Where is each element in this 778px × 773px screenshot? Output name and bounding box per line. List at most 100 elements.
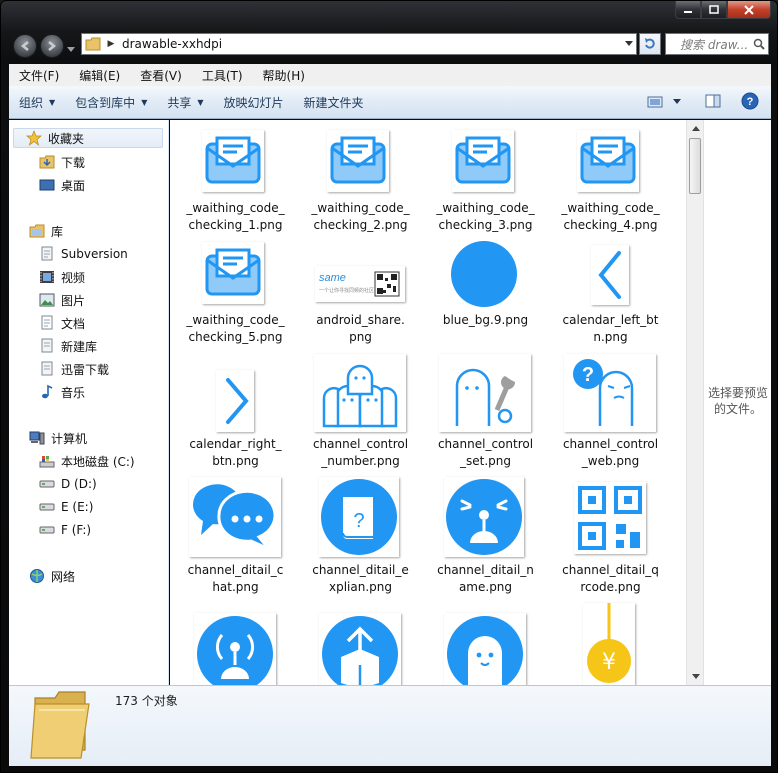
file-thumbnail[interactable] bbox=[577, 130, 639, 192]
file-name[interactable]: android_share. png bbox=[298, 312, 423, 346]
file-name[interactable]: channel_ditail_n ame.png bbox=[423, 562, 548, 596]
file-name[interactable]: channel_control _number.png bbox=[298, 436, 423, 470]
nav-drive-c[interactable]: 本地磁盘 (C:) bbox=[39, 451, 135, 471]
nav-new-library-label: 新建库 bbox=[61, 339, 98, 354]
file-name[interactable]: channel_ditail_e xplian.png bbox=[298, 562, 423, 596]
change-view-button[interactable] bbox=[647, 95, 681, 109]
file-thumbnail[interactable] bbox=[591, 245, 629, 305]
star-icon bbox=[26, 130, 42, 146]
search-box[interactable]: 搜索 draw... bbox=[665, 33, 769, 55]
chevron-down-icon bbox=[624, 41, 633, 46]
nav-new-library[interactable]: 新建库 bbox=[39, 336, 97, 356]
forward-button[interactable] bbox=[40, 34, 64, 58]
file-thumbnail[interactable] bbox=[314, 354, 406, 432]
nav-videos[interactable]: 视频 bbox=[39, 267, 85, 287]
search-icon[interactable] bbox=[750, 38, 768, 50]
envelope-icon bbox=[205, 136, 261, 184]
file-thumbnail[interactable] bbox=[439, 354, 531, 432]
menu-view[interactable]: 查看(V) bbox=[130, 67, 192, 84]
file-thumbnail[interactable] bbox=[444, 613, 526, 685]
refresh-icon bbox=[645, 38, 655, 49]
file-name[interactable]: _waithing_code_ checking_3.png bbox=[423, 200, 548, 234]
back-button[interactable] bbox=[13, 34, 37, 58]
organize-button[interactable]: 组织 ▼ bbox=[9, 94, 65, 111]
address-path[interactable]: drawable-xxhdpi bbox=[118, 37, 620, 51]
file-name[interactable]: _waithing_code_ checking_1.png bbox=[173, 200, 298, 234]
file-name[interactable]: _waithing_code_ checking_2.png bbox=[298, 200, 423, 234]
nav-music[interactable]: 音乐 bbox=[39, 382, 85, 402]
desktop-icon bbox=[39, 177, 55, 193]
file-thumbnail[interactable]: ¥ bbox=[583, 603, 635, 685]
file-thumbnail[interactable]: ? bbox=[319, 477, 399, 557]
file-thumbnail[interactable] bbox=[216, 370, 254, 432]
slideshow-button[interactable]: 放映幻灯片 bbox=[214, 94, 294, 111]
search-input[interactable]: 搜索 draw... bbox=[666, 36, 750, 53]
vertical-scrollbar[interactable] bbox=[686, 120, 703, 685]
nav-drive-f-label: F (F:) bbox=[61, 523, 92, 537]
file-thumbnail[interactable] bbox=[450, 240, 518, 308]
file-thumbnail[interactable]: same 一个让你寻找同频的社区 bbox=[315, 266, 405, 302]
nav-desktop[interactable]: 桌面 bbox=[39, 175, 85, 195]
file-thumbnail[interactable] bbox=[574, 482, 646, 554]
nav-drive-e[interactable]: E (E:) bbox=[39, 497, 93, 517]
nav-documents[interactable]: 文档 bbox=[39, 313, 85, 333]
address-dropdown-button[interactable] bbox=[620, 34, 636, 54]
menu-help[interactable]: 帮助(H) bbox=[253, 67, 315, 84]
file-name-line1: _waithing_code_ bbox=[561, 201, 660, 215]
close-button[interactable] bbox=[727, 1, 771, 19]
address-bar[interactable]: ▶ drawable-xxhdpi bbox=[81, 33, 637, 55]
file-name[interactable]: blue_bg.9.png bbox=[423, 312, 548, 329]
file-thumbnail[interactable]: ? bbox=[564, 354, 656, 432]
file-thumbnail[interactable] bbox=[327, 130, 389, 192]
file-name-line1: channel_control bbox=[312, 437, 409, 451]
file-name[interactable]: calendar_left_bt n.png bbox=[548, 312, 673, 346]
file-thumbnail[interactable] bbox=[444, 477, 524, 557]
minimize-button[interactable] bbox=[675, 1, 701, 19]
nav-drive-d[interactable]: D (D:) bbox=[39, 474, 97, 494]
library-icon bbox=[39, 338, 55, 354]
menu-tools[interactable]: 工具(T) bbox=[192, 67, 253, 84]
file-name[interactable]: _waithing_code_ checking_4.png bbox=[548, 200, 673, 234]
file-thumbnail[interactable] bbox=[319, 613, 401, 685]
refresh-button[interactable] bbox=[639, 33, 661, 55]
file-name[interactable]: calendar_right_ btn.png bbox=[173, 436, 298, 470]
menu-edit[interactable]: 编辑(E) bbox=[69, 67, 130, 84]
file-name-line1: channel_control bbox=[562, 437, 659, 451]
menu-file[interactable]: 文件(F) bbox=[9, 67, 69, 84]
include-in-library-label: 包含到库中 bbox=[75, 95, 136, 110]
file-thumbnail[interactable] bbox=[452, 130, 514, 192]
file-thumbnail[interactable] bbox=[194, 613, 276, 685]
scroll-thumb[interactable] bbox=[689, 138, 701, 194]
nav-computer[interactable]: 计算机 bbox=[29, 428, 87, 448]
breadcrumb-arrow-icon[interactable]: ▶ bbox=[104, 39, 118, 49]
file-name[interactable]: channel_ditail_c hat.png bbox=[173, 562, 298, 596]
file-thumbnail[interactable] bbox=[202, 242, 264, 304]
nav-subversion[interactable]: Subversion bbox=[39, 244, 128, 264]
recent-pages-dropdown[interactable] bbox=[67, 42, 75, 56]
item-count: 173 个对象 bbox=[115, 694, 178, 708]
scroll-down-button[interactable] bbox=[687, 668, 704, 685]
file-name-line1: channel_ditail_n bbox=[437, 563, 534, 577]
share-button[interactable]: 共享 ▼ bbox=[157, 94, 213, 111]
nav-network[interactable]: 网络 bbox=[29, 566, 75, 586]
help-button[interactable]: ? bbox=[741, 92, 759, 113]
ghost-group-icon bbox=[322, 364, 398, 428]
file-name[interactable]: channel_ditail_q rcode.png bbox=[548, 562, 673, 596]
file-name[interactable]: _waithing_code_ checking_5.png bbox=[173, 312, 298, 346]
nav-favorites[interactable]: 收藏夹 bbox=[13, 128, 163, 148]
new-folder-button[interactable]: 新建文件夹 bbox=[294, 94, 374, 111]
nav-thunder-download[interactable]: 迅雷下载 bbox=[39, 359, 109, 379]
file-name[interactable]: channel_control _web.png bbox=[548, 436, 673, 470]
file-name[interactable]: channel_control _set.png bbox=[423, 436, 548, 470]
nav-pictures[interactable]: 图片 bbox=[39, 290, 85, 310]
nav-libraries[interactable]: 库 bbox=[29, 221, 63, 241]
nav-downloads[interactable]: 下载 bbox=[39, 152, 85, 172]
nav-drive-f[interactable]: F (F:) bbox=[39, 520, 91, 540]
maximize-button[interactable] bbox=[701, 1, 727, 19]
file-thumbnail[interactable] bbox=[202, 130, 264, 192]
yuan-coin-icon: ¥ bbox=[587, 603, 631, 683]
scroll-up-button[interactable] bbox=[687, 120, 704, 137]
file-thumbnail[interactable] bbox=[189, 477, 281, 557]
include-in-library-button[interactable]: 包含到库中 ▼ bbox=[65, 94, 157, 111]
preview-pane-button[interactable] bbox=[705, 94, 721, 111]
